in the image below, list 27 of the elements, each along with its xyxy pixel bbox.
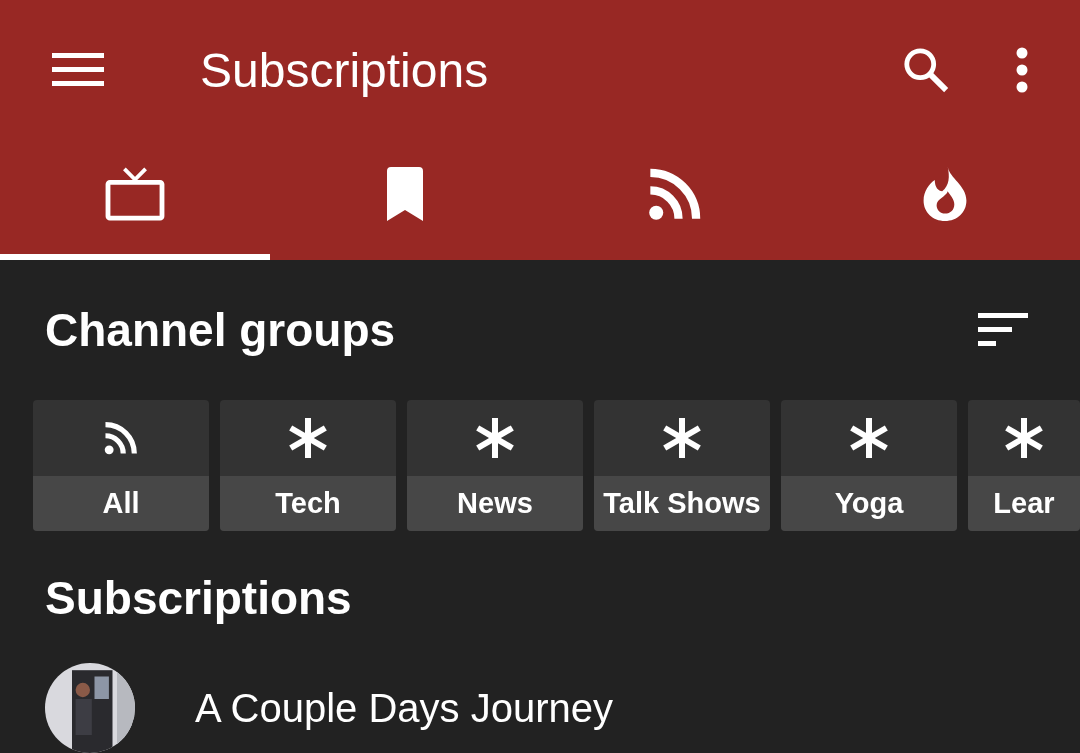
search-icon[interactable] — [902, 46, 950, 94]
channel-name[interactable]: A Couple Days Journey — [195, 685, 613, 731]
channel-group-card[interactable]: News — [407, 400, 583, 531]
channel-group-card[interactable]: Talk Shows — [594, 400, 770, 531]
asterisk-icon — [662, 418, 702, 458]
channel-group-label: News — [407, 476, 583, 531]
channel-group-label: All — [33, 476, 209, 531]
asterisk-icon — [849, 418, 889, 458]
asterisk-icon — [1004, 418, 1044, 458]
asterisk-icon — [288, 418, 328, 458]
channel-group-label: Talk Shows — [594, 476, 770, 531]
sort-icon[interactable] — [978, 313, 1028, 347]
channel-group-label: Yoga — [781, 476, 957, 531]
channel-group-card[interactable]: All — [33, 400, 209, 531]
tv-icon — [105, 167, 165, 221]
channel-group-label: Lear — [968, 476, 1080, 531]
channel-group-card[interactable]: Lear — [968, 400, 1080, 531]
more-icon[interactable] — [1016, 47, 1028, 93]
section-heading: Channel groups — [45, 303, 396, 357]
app-title: Subscriptions — [200, 42, 490, 98]
channel-group-card[interactable]: Tech — [220, 400, 396, 531]
channel-group-label: Tech — [220, 476, 396, 531]
asterisk-icon — [475, 418, 515, 458]
channel-group-card[interactable]: Yoga — [781, 400, 957, 531]
section-heading: Subscriptions — [45, 571, 353, 625]
feed-icon — [104, 421, 138, 455]
menu-icon[interactable] — [52, 53, 104, 87]
